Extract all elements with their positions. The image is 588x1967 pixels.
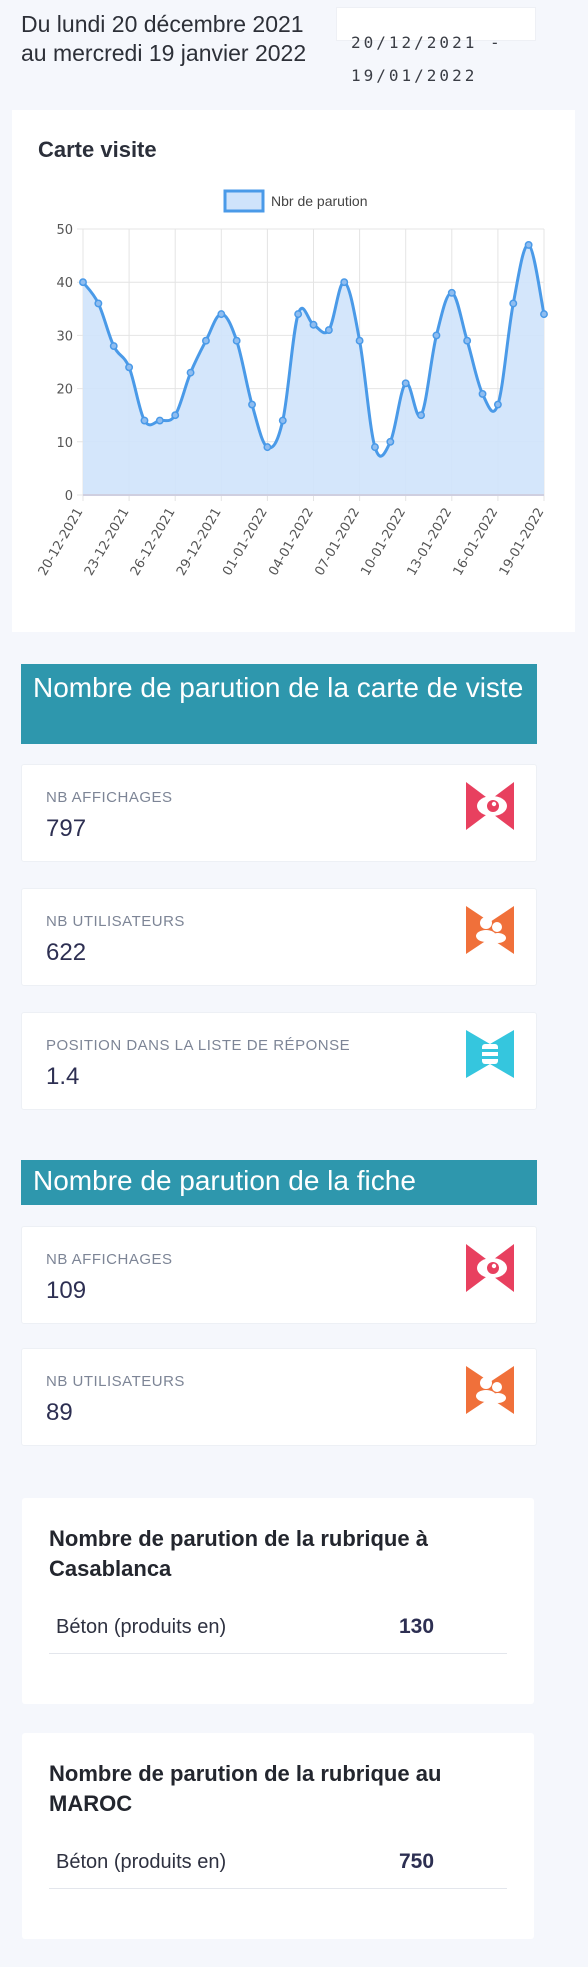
stat-card-utilisateurs: NB UTILISATEURS 622 bbox=[21, 888, 537, 986]
stat-label: POSITION DANS LA LISTE DE RÉPONSE bbox=[46, 1037, 351, 1054]
legend-swatch bbox=[223, 189, 265, 213]
period-text: Du lundi 20 décembre 2021 au mercredi 19… bbox=[21, 11, 307, 66]
data-point bbox=[79, 278, 87, 287]
x-tick-label: 26-12-2021 bbox=[128, 506, 179, 579]
data-point bbox=[109, 342, 118, 350]
stat-card-fiche-affichages: NB AFFICHAGES 109 bbox=[21, 1226, 537, 1324]
users-icon bbox=[466, 1366, 514, 1414]
x-tick-label: 13-01-2022 bbox=[404, 506, 455, 579]
rubric-card-maroc: Nombre de parution de la rubrique au MAR… bbox=[22, 1733, 534, 1939]
data-point bbox=[371, 443, 379, 452]
rubric-card-casablanca: Nombre de parution de la rubrique à Casa… bbox=[22, 1498, 534, 1704]
section-carte-title: Nombre de parution de la carte de viste bbox=[21, 664, 537, 744]
data-point bbox=[125, 363, 134, 372]
data-point bbox=[186, 368, 195, 377]
x-tick-label: 04-01-2022 bbox=[266, 506, 317, 579]
y-tick-label: 20 bbox=[56, 383, 73, 398]
rubric-count: 130 bbox=[399, 1615, 435, 1638]
y-tick-label: 0 bbox=[65, 489, 73, 504]
stat-value: 109 bbox=[46, 1277, 87, 1304]
data-point bbox=[447, 288, 456, 297]
data-point bbox=[493, 400, 502, 409]
section-fiche-title: Nombre de parution de la fiche bbox=[21, 1160, 537, 1205]
y-tick-label: 30 bbox=[56, 329, 73, 344]
data-point bbox=[217, 310, 226, 319]
data-point bbox=[540, 310, 548, 319]
table-row: Béton (produits en) 130 bbox=[49, 1606, 507, 1654]
x-tick-label: 23-12-2021 bbox=[82, 506, 133, 579]
data-point bbox=[324, 326, 333, 335]
data-point bbox=[171, 411, 180, 420]
x-tick-label: 16-01-2022 bbox=[451, 506, 502, 579]
x-tick-label: 10-01-2022 bbox=[358, 506, 409, 579]
eye-icon bbox=[466, 782, 514, 830]
x-tick-label: 19-01-2022 bbox=[497, 506, 548, 579]
date-range-value: 20/12/2021 - 19/01/2022 bbox=[351, 33, 503, 85]
stat-card-position: POSITION DANS LA LISTE DE RÉPONSE 1.4 bbox=[21, 1012, 537, 1110]
data-point bbox=[509, 299, 518, 308]
data-point bbox=[309, 320, 318, 329]
users-icon bbox=[466, 906, 514, 954]
data-point bbox=[140, 416, 149, 425]
data-point bbox=[432, 331, 441, 340]
data-point bbox=[401, 379, 410, 388]
stat-label: NB UTILISATEURS bbox=[46, 1373, 185, 1390]
line-chart: 0 10 20 30 40 50 20-12-202123-12-202126-12-202… bbox=[36, 189, 548, 579]
data-point bbox=[417, 411, 426, 420]
data-point bbox=[386, 437, 395, 446]
data-point bbox=[478, 389, 487, 398]
date-range-picker[interactable]: 20/12/2021 - 19/01/2022 bbox=[336, 7, 536, 85]
data-point bbox=[278, 416, 287, 425]
rubric-name: Béton (produits en) bbox=[56, 1616, 227, 1638]
data-point bbox=[263, 443, 272, 452]
x-tick-label: 01-01-2022 bbox=[220, 506, 271, 579]
eye-icon bbox=[466, 1244, 514, 1292]
stat-label: NB AFFICHAGES bbox=[46, 789, 173, 806]
rubric-count: 750 bbox=[399, 1850, 435, 1873]
stat-card-fiche-utilisateurs: NB UTILISATEURS 89 bbox=[21, 1348, 537, 1446]
y-tick-label: 50 bbox=[56, 223, 73, 238]
data-point bbox=[340, 278, 349, 287]
stat-value: 622 bbox=[46, 939, 87, 966]
data-point bbox=[94, 299, 103, 308]
stat-label: NB AFFICHAGES bbox=[46, 1251, 173, 1268]
legend-label: Nbr de parution bbox=[271, 193, 368, 209]
x-tick-label: 20-12-2021 bbox=[36, 506, 87, 579]
rubric-title: Nombre de parution de la rubrique à Casa… bbox=[49, 1526, 428, 1581]
x-tick-label: 29-12-2021 bbox=[174, 506, 225, 579]
list-icon bbox=[466, 1030, 514, 1078]
stat-card-affichages: NB AFFICHAGES 797 bbox=[21, 764, 537, 862]
data-point bbox=[248, 400, 256, 409]
chart-card: Carte visite 0 10 20 30 40 50 20-12-2021 23-12-… bbox=[12, 110, 575, 632]
data-point bbox=[463, 336, 472, 345]
data-point bbox=[355, 336, 364, 345]
table-row: Béton (produits en) 750 bbox=[49, 1841, 507, 1889]
rubric-name: Béton (produits en) bbox=[56, 1851, 227, 1873]
period-header: Du lundi 20 décembre 2021 au mercredi 19… bbox=[0, 0, 588, 105]
stat-value: 1.4 bbox=[46, 1063, 80, 1090]
data-point bbox=[294, 310, 303, 319]
x-tick-label: 07-01-2022 bbox=[312, 506, 363, 579]
data-point bbox=[155, 416, 164, 425]
stat-value: 89 bbox=[46, 1399, 73, 1426]
stat-value: 797 bbox=[46, 815, 87, 842]
rubric-title: Nombre de parution de la rubrique au MAR… bbox=[49, 1761, 442, 1816]
data-point bbox=[524, 241, 533, 249]
data-point bbox=[201, 336, 210, 345]
y-tick-label: 40 bbox=[56, 276, 73, 291]
data-point bbox=[232, 336, 241, 345]
y-tick-label: 10 bbox=[56, 436, 73, 451]
stat-label: NB UTILISATEURS bbox=[46, 913, 185, 930]
